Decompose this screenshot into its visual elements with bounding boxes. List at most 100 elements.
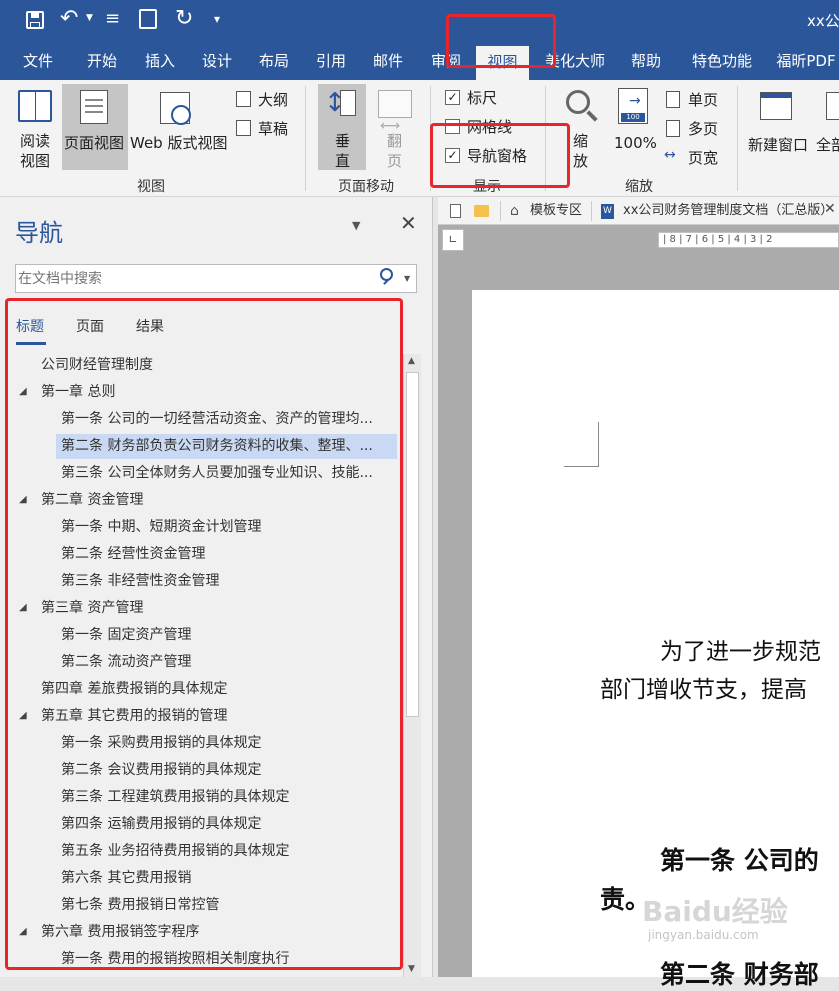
highlight-box-nav-headings [5,298,403,970]
read-mode-button[interactable]: 阅读 视图 [10,84,60,170]
ruler-ticks: | 8 | 7 | 6 | 5 | 4 | 3 | 2 [663,234,773,245]
article-1-line-1: 第一条 公司的 [660,846,819,875]
one-page-label: 单页 [688,91,719,109]
title-bar: ↶ ▼ ≡ ↻ ▾ xx公 [0,0,839,42]
ruler-corner[interactable]: ∟ [442,229,464,251]
nav-title: 导航 [15,219,63,247]
one-page-icon [666,91,680,108]
page-move-group-label: 页面移动 [338,179,394,195]
book-icon [18,90,52,122]
paragraph-1-line-2: 部门增收节支，提高 [600,677,807,703]
tab-mailings[interactable]: 邮件 [360,42,416,80]
tab-references[interactable]: 引用 [303,42,359,80]
one-page-button[interactable]: 单页 [664,88,726,112]
highlight-box-view-tab [446,14,556,68]
tab-template-zone[interactable]: 模板专区 [530,197,582,225]
close-icon[interactable]: ✕ [400,211,417,235]
page-100-icon: 100 → [618,88,648,124]
draft-button[interactable]: 草稿 [234,117,294,141]
flip-label-2: 页 [387,152,403,170]
word-doc-icon: W [601,204,614,219]
scroll-down-icon[interactable]: ▼ [408,964,415,974]
view-group-label: 视图 [137,179,165,195]
undo-dropdown-icon[interactable]: ▼ [86,13,93,23]
document-page[interactable]: 为了进一步规范 部门增收节支，提高 第一条 公司的 责。 第二条 财务部 Bai… [472,290,839,989]
read-mode-label-1: 阅读 [20,132,51,150]
horizontal-ruler[interactable]: | 8 | 7 | 6 | 5 | 4 | 3 | 2 [658,232,839,248]
watermark: Baidu经验 [642,895,788,928]
highlight-box-show-group [430,123,570,188]
page-width-label: 页宽 [688,149,719,167]
web-layout-label: Web 版式视图 [130,134,228,152]
nav-scrollbar[interactable]: ▲ ▼ [403,354,421,977]
scroll-up-icon[interactable]: ▲ [408,356,415,366]
separator [305,86,306,191]
redo-icon[interactable]: ↻ [175,6,193,31]
new-window-button[interactable]: 新建窗口 [746,84,814,170]
read-mode-label-2: 视图 [20,152,51,170]
nav-options-icon[interactable]: ▼ [352,219,360,232]
new-window-icon [760,92,792,120]
tab-file[interactable]: 文件 [10,42,66,80]
search-box[interactable]: ▼ [15,264,417,293]
scroll-thumb[interactable] [406,372,419,717]
tab-foxit-pdf[interactable]: 福昕PDF [770,42,839,80]
outline-label: 大纲 [258,91,289,109]
home-icon: ⌂ [510,203,519,219]
page-flip-icon [378,90,412,118]
watermark-sub: jingyan.baidu.com [648,928,759,942]
ruler-label: 标尺 [467,89,498,107]
ribbon-tab-bar: 文件 开始 插入 设计 布局 引用 邮件 审阅 视图 美化大师 帮助 特色功能 … [0,42,839,80]
vertical-label-1: 垂 [335,132,351,150]
folder-icon[interactable] [474,205,489,217]
tab-help[interactable]: 帮助 [622,42,670,80]
new-window-label: 新建窗口 [748,136,809,154]
paragraph-1-line-1: 为了进一步规范 [660,639,821,665]
close-tab-icon[interactable]: ✕ [824,201,836,217]
multi-page-label: 多页 [688,120,719,138]
customize-toolbar-icon[interactable]: ▾ [214,12,220,26]
touch-mode-icon[interactable] [139,9,157,29]
zoom-group-label: 缩放 [625,179,653,195]
draft-icon [236,120,251,136]
tab-document[interactable]: xx公司财务管理制度文档（汇总版） [623,197,833,225]
zoom-100-button[interactable]: 100 → 100% [610,84,660,170]
ribbon-view: 阅读 视图 页面视图 Web 版式视图 大纲 草稿 视图 ↕ 垂 直 ⟷ 翻 页 [0,80,839,197]
arrange-all-label: 全部 [816,136,839,154]
tab-home[interactable]: 开始 [74,42,130,80]
arrange-all-icon [826,92,839,120]
window-title: xx公 [807,12,839,30]
vertical-button[interactable]: ↕ 垂 直 [318,84,366,170]
flip-label-1: 翻 [387,132,403,150]
new-doc-icon[interactable] [450,204,461,218]
draft-label: 草稿 [258,120,289,138]
ruler-checkbox[interactable]: ✓ [445,90,460,105]
print-layout-label: 页面视图 [64,134,125,152]
tab-special-features[interactable]: 特色功能 [682,42,762,80]
save-icon[interactable] [26,11,44,29]
print-layout-button[interactable]: 页面视图 [62,84,128,170]
search-dropdown-icon[interactable]: ▼ [404,274,410,283]
web-layout-button[interactable]: Web 版式视图 [128,84,230,170]
article-2-line-1: 第二条 财务部 [660,960,819,989]
tab-design[interactable]: 设计 [189,42,245,80]
search-input[interactable] [18,267,368,290]
page-width-icon: ↔ [664,147,676,163]
document-area: ⌂ 模板专区 W xx公司财务管理制度文档（汇总版） ✕ ∟ | 8 | 7 |… [438,197,839,989]
arrange-all-button[interactable]: 全部 [814,84,839,170]
outline-button[interactable]: 大纲 [234,88,294,112]
multi-page-icon [666,120,680,137]
separator [737,86,738,191]
zoom-label-2: 放 [573,152,589,170]
page-width-button[interactable]: ↔ 页宽 [664,146,726,170]
margin-corner-mark [564,422,599,467]
magnifier-icon [566,90,590,114]
zoom-100-label: 100% [614,134,657,152]
format-icon[interactable]: ≡ [105,8,120,29]
vertical-label-2: 直 [335,152,351,170]
tab-insert[interactable]: 插入 [132,42,188,80]
multiple-pages-button[interactable]: 多页 [664,117,726,141]
globe-page-icon [160,92,191,125]
undo-icon[interactable]: ↶ [60,6,78,31]
tab-layout[interactable]: 布局 [246,42,302,80]
